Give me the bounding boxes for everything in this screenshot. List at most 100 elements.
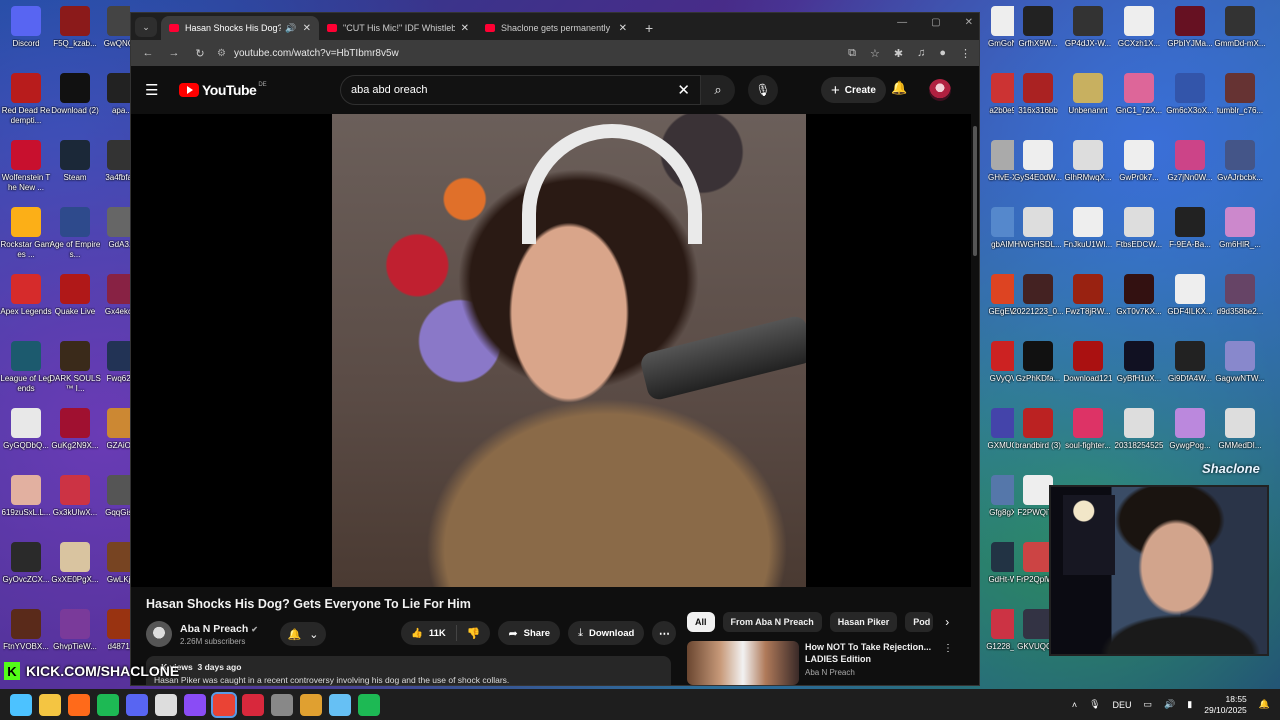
desktop-icon[interactable]: GdA3... xyxy=(96,205,130,272)
desktop-icon[interactable]: GqqGis... xyxy=(96,473,130,540)
search-input[interactable]: aba abd oreach ✕ xyxy=(340,75,701,105)
tab-hasan-shocks[interactable]: Hasan Shocks His Dog? Gets 🔊 ✕ xyxy=(161,16,319,40)
desktop-icon[interactable]: gbAIM... xyxy=(980,205,1014,272)
recommended-title[interactable]: How NOT To Take Rejection... LADIES Edit… xyxy=(805,641,935,665)
chip-from-channel[interactable]: From Aba N Preach xyxy=(722,612,822,632)
share-button[interactable]: ➦ Share xyxy=(498,621,561,645)
volume-icon[interactable]: 🔊 xyxy=(1164,699,1175,710)
notifications-bell-icon[interactable]: 🔔 xyxy=(891,80,907,96)
desktop-icon[interactable]: 619zuSxL.L... xyxy=(0,473,52,540)
desktop-icon[interactable]: GPbIYJMa... xyxy=(1164,4,1216,71)
more-actions-button[interactable]: ⋯ xyxy=(652,621,677,645)
recommended-channel[interactable]: Aba N Preach xyxy=(805,668,935,677)
browser-menu-icon[interactable]: ⋮ xyxy=(960,47,971,60)
desktop-icon[interactable]: GagvwNTW... xyxy=(1214,339,1266,406)
cast-icon[interactable]: ⧉ xyxy=(848,47,856,60)
desktop-icon[interactable]: GmGoN... xyxy=(980,4,1014,71)
like-button[interactable]: 👍 11K xyxy=(401,625,457,641)
back-icon[interactable]: ← xyxy=(139,47,157,59)
game-app-icon[interactable] xyxy=(271,693,293,716)
desktop-icon[interactable]: GlhRMwqX... xyxy=(1062,138,1114,205)
desktop-icon[interactable]: d9d358be2... xyxy=(1214,272,1266,339)
desktop-icon[interactable]: GuKg2N9X... xyxy=(49,406,101,473)
desktop-icon[interactable]: F-9EA-Ba... xyxy=(1164,205,1216,272)
maximize-icon[interactable]: ▢ xyxy=(931,17,940,28)
desktop-icon[interactable]: Quake Live xyxy=(49,272,101,339)
desktop-icon[interactable]: Fwq62... xyxy=(96,339,130,406)
desktop-icon[interactable]: GyGQDbQ... xyxy=(0,406,52,473)
desktop-icon[interactable]: Download (2) xyxy=(49,71,101,138)
desktop-icon[interactable]: GZAiO... xyxy=(96,406,130,473)
desktop-icon[interactable]: GmmDd-mX... xyxy=(1214,4,1266,71)
desktop-icon[interactable]: GP4dJX-W... xyxy=(1062,4,1114,71)
scrollbar-thumb[interactable] xyxy=(973,126,977,256)
desktop-icon[interactable]: Apex Legends xyxy=(0,272,52,339)
desktop-icon[interactable]: GwQNC... xyxy=(96,4,130,71)
desktop-icon[interactable]: GnC1_72X... xyxy=(1113,71,1165,138)
desktop-icon[interactable]: GzPhKDfa... xyxy=(1012,339,1064,406)
close-window-icon[interactable]: ✕ xyxy=(965,17,973,28)
recommended-thumbnail[interactable] xyxy=(687,641,799,685)
desktop-icon[interactable]: brandbird (3) xyxy=(1012,406,1064,473)
site-info-icon[interactable]: ⚙ xyxy=(217,48,226,59)
chrome-icon[interactable] xyxy=(211,691,237,718)
create-button[interactable]: + Create xyxy=(821,77,886,103)
search-button[interactable]: ⌕ xyxy=(701,75,735,105)
new-tab-button[interactable]: + xyxy=(645,20,653,36)
desktop-icon[interactable]: GvAJrbcbk... xyxy=(1214,138,1266,205)
download-button[interactable]: ⤓ Download xyxy=(568,621,645,645)
battery-icon[interactable]: ▮ xyxy=(1187,699,1192,710)
desktop-icon[interactable]: soul-fighter... xyxy=(1062,406,1114,473)
close-tab-icon[interactable]: ✕ xyxy=(461,23,469,34)
chevron-right-icon[interactable]: › xyxy=(945,615,949,629)
bookmark-star-icon[interactable]: ☆ xyxy=(870,47,880,60)
chip-hasan-piker[interactable]: Hasan Piker xyxy=(829,612,898,632)
desktop-icon[interactable]: GwLKj... xyxy=(96,540,130,607)
recommended-video[interactable]: How NOT To Take Rejection... LADIES Edit… xyxy=(687,641,953,685)
desktop-icon[interactable]: FnJkuU1WI... xyxy=(1062,205,1114,272)
tab-cut-his-mic[interactable]: "CUT His Mic!" IDF Whistleblow ✕ xyxy=(319,16,477,40)
desktop-icon[interactable]: F5Q_kzab... xyxy=(49,4,101,71)
dislike-button[interactable]: 👎 xyxy=(457,627,491,640)
desktop-icon[interactable]: G1228_1... xyxy=(980,607,1014,674)
close-tab-icon[interactable]: ✕ xyxy=(303,23,311,34)
page-scrollbar[interactable] xyxy=(971,66,979,685)
channel-name[interactable]: Aba N Preach xyxy=(180,623,248,635)
shield-app-icon[interactable] xyxy=(300,693,322,716)
desktop-icon[interactable]: tumblr_c76... xyxy=(1214,71,1266,138)
profile-icon[interactable]: ● xyxy=(939,47,946,60)
desktop-icon[interactable]: GdHt-W... xyxy=(980,540,1014,607)
desktop-icon[interactable]: DARK SOULS™ I... xyxy=(49,339,101,406)
desktop-icon[interactable]: Gm6HlR_... xyxy=(1214,205,1266,272)
desktop-icon[interactable]: GxXE0PgX... xyxy=(49,540,101,607)
desktop-icon[interactable]: Wolfenstein The New ... xyxy=(0,138,52,205)
purple-app-icon[interactable] xyxy=(184,693,206,716)
red-app-icon[interactable] xyxy=(242,693,264,716)
desktop-icon[interactable]: FwzT8jRW... xyxy=(1062,272,1114,339)
desktop-icon[interactable]: Steam xyxy=(49,138,101,205)
desktop-icon[interactable]: GCXzh1X... xyxy=(1113,4,1165,71)
network-icon[interactable]: ▭ xyxy=(1144,699,1153,710)
desktop-icon[interactable]: Gx3kUIwX... xyxy=(49,473,101,540)
desktop-icon[interactable]: League of Legends xyxy=(0,339,52,406)
minimize-icon[interactable]: — xyxy=(897,17,907,28)
desktop-icon[interactable]: GHvE-X... xyxy=(980,138,1014,205)
recommended-menu-icon[interactable]: ⋮ xyxy=(943,643,953,654)
desktop-icon[interactable]: Gfg8gX... xyxy=(980,473,1014,540)
desktop-icon[interactable]: Gm6cX3oX... xyxy=(1164,71,1216,138)
desktop-icon[interactable]: GEgEW... xyxy=(980,272,1014,339)
description-box[interactable]: ...K views 3 days ago Hasan Piker was ca… xyxy=(146,656,671,685)
clear-search-icon[interactable]: ✕ xyxy=(677,81,690,99)
desktop-icon[interactable]: 316x316bb xyxy=(1012,71,1064,138)
desktop-icon[interactable]: Rockstar Games ... xyxy=(0,205,52,272)
desktop-icon[interactable]: GyOvcZCX... xyxy=(0,540,52,607)
desktop-icon[interactable]: GyBfH1uX... xyxy=(1113,339,1165,406)
tray-chevron-icon[interactable]: ˄ xyxy=(1072,700,1077,710)
desktop-icon[interactable]: GXMUQ... xyxy=(980,406,1014,473)
tray-mic-icon[interactable]: 🎙 xyxy=(1089,699,1100,710)
clock[interactable]: 18:55 29/10/2025 xyxy=(1204,694,1247,716)
desktop-icon[interactable]: Unbenannt xyxy=(1062,71,1114,138)
desktop-icon[interactable]: a2b0e9... xyxy=(980,71,1014,138)
url-field[interactable]: ⚙ youtube.com/watch?v=HbTIbmr8v5w xyxy=(217,48,848,59)
desktop-icon[interactable]: Gz7jNn0W... xyxy=(1164,138,1216,205)
